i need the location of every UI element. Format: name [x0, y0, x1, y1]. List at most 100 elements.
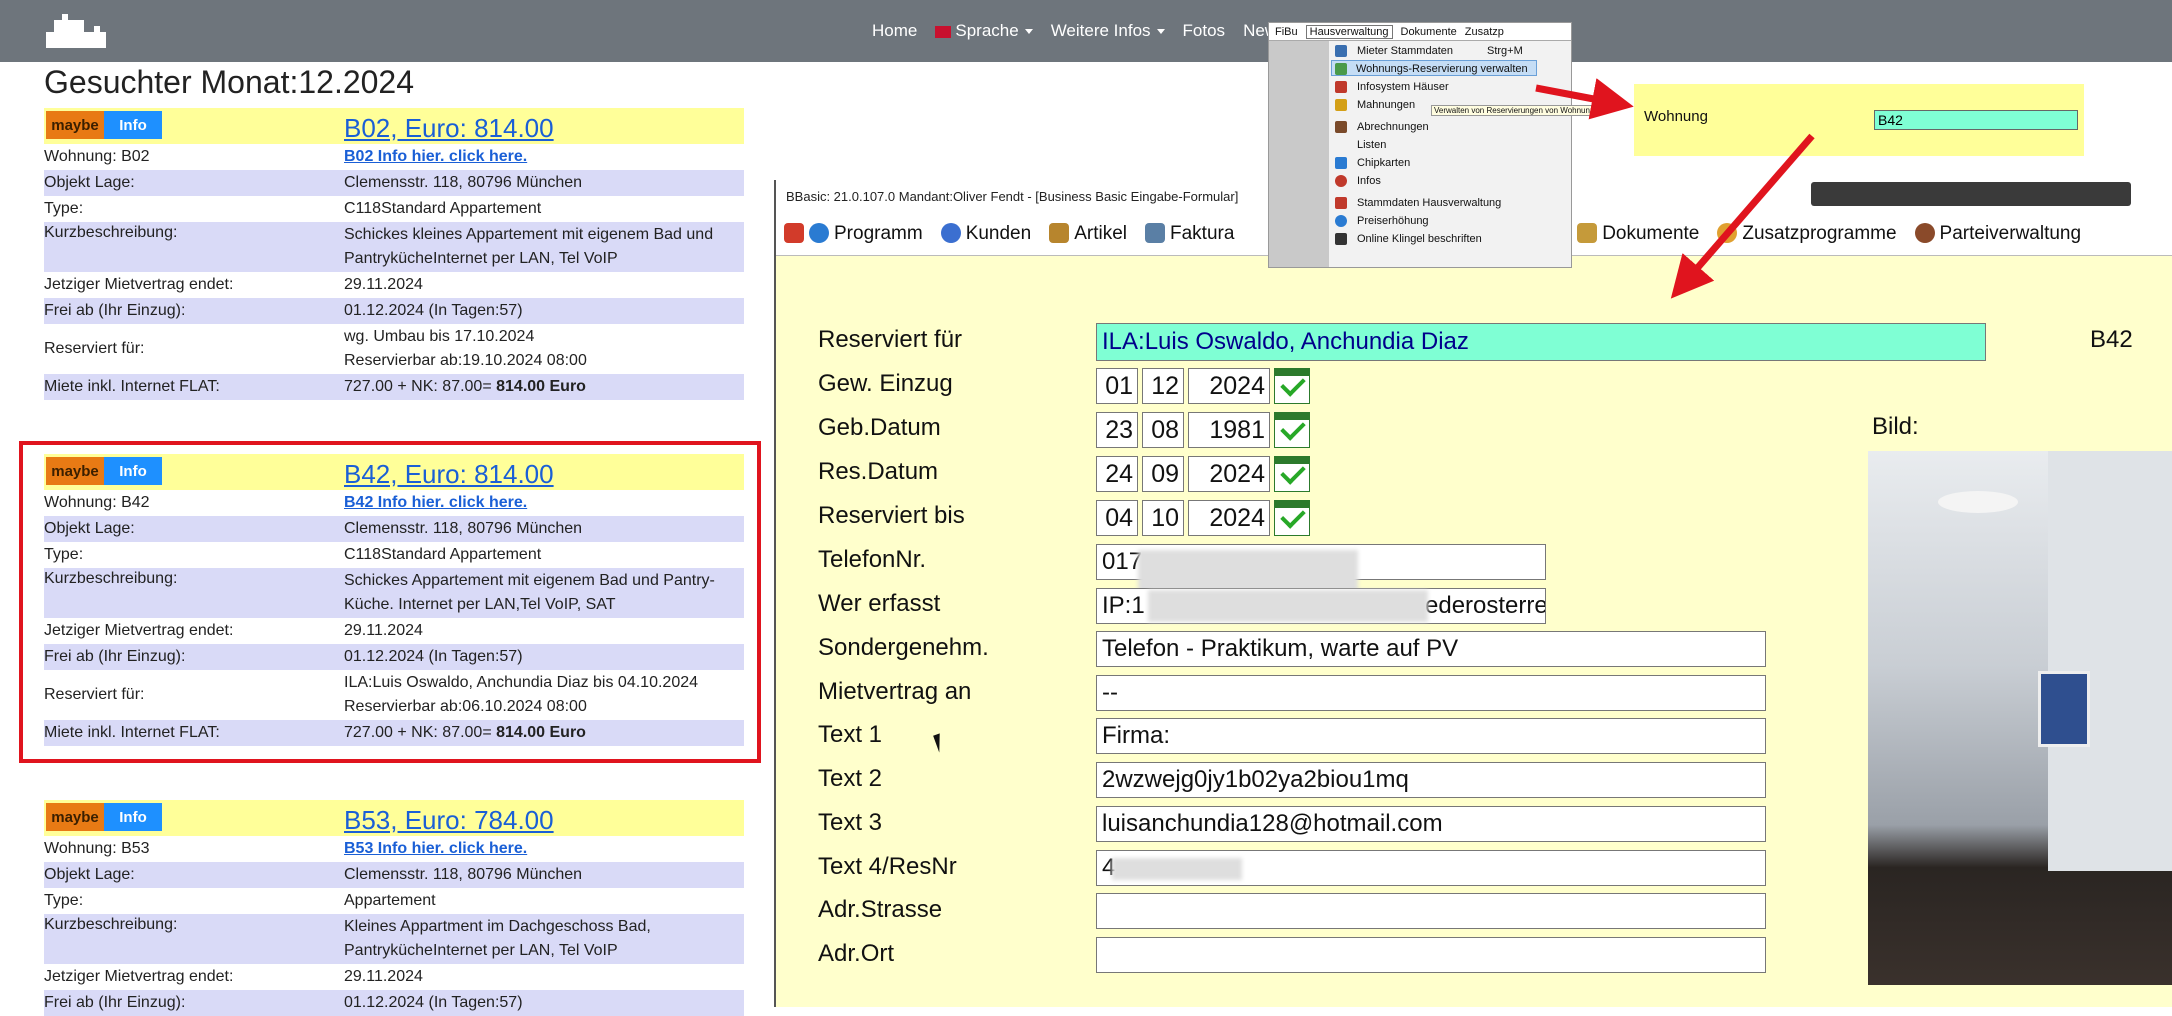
nav-weitere-infos[interactable]: Weitere Infos [1051, 21, 1165, 41]
nav-fotos[interactable]: Fotos [1183, 21, 1226, 41]
table-row: Kurzbeschreibung: Schickes kleines Appart… [44, 222, 744, 272]
einzug-year-field[interactable]: 2024 [1188, 368, 1270, 404]
menu-item-preiserhoehung[interactable]: Preiserhöhung [1357, 213, 1429, 229]
table-row: Miete inkl. Internet FLAT: 727.00 + NK: 8… [44, 720, 744, 746]
toolbar-dokumente[interactable]: Dokumente [1577, 223, 1699, 245]
res-day-field[interactable]: 24 [1096, 456, 1138, 492]
resbis-day-field[interactable]: 04 [1096, 500, 1138, 536]
page-title: Gesuchter Monat:12.2024 [44, 64, 415, 100]
table-row: Jetziger Mietvertrag endet: 29.11.2024 [44, 276, 423, 293]
menu-item-infosystem[interactable]: Infosystem Häuser [1357, 79, 1449, 95]
calendar-check-icon[interactable] [1274, 412, 1310, 448]
menu-zusatz[interactable]: Zusatzp [1465, 26, 1504, 38]
reserviert-fuer-field[interactable]: ILA:Luis Oswaldo, Anchundia Diaz [1096, 323, 1986, 361]
bbasic-window: BBasic: 21.0.107.0 Mandant:Oliver Fendt … [774, 180, 2172, 1007]
nav-menu: Home Sprache Weitere Infos Fotos News [872, 0, 1286, 62]
label-geb-datum: Geb.Datum [818, 414, 941, 441]
toolbar-programm[interactable]: Programm [784, 223, 923, 245]
geb-day-field[interactable]: 23 [1096, 412, 1138, 448]
table-row: Jetziger Mietvertrag endet: 29.11.2024 [44, 622, 423, 639]
text1-field[interactable]: Firma: [1096, 718, 1766, 754]
table-row: Kurzbeschreibung: Kleines Appartment im D… [44, 914, 744, 964]
menu-item-infos[interactable]: Infos [1357, 173, 1381, 189]
text2-field[interactable]: 2wzwejg0jy1b02ya2biou1mq [1096, 762, 1766, 798]
maybe-button[interactable]: maybe [46, 803, 104, 831]
person-icon [1335, 121, 1347, 133]
resbis-month-field[interactable]: 10 [1142, 500, 1184, 536]
menu-fibu[interactable]: FiBu [1275, 26, 1298, 38]
menu-item-online-klingel[interactable]: Online Klingel beschriften [1357, 231, 1482, 247]
caret-down-icon [1156, 29, 1165, 35]
text3-field[interactable]: luisanchundia128@hotmail.com [1096, 806, 1766, 842]
table-row: Frei ab (Ihr Einzug): 01.12.2024 (In Tage… [44, 298, 744, 324]
maybe-button[interactable]: maybe [46, 457, 104, 485]
menu-item-mahnungen[interactable]: Mahnungen [1357, 97, 1415, 113]
res-month-field[interactable]: 09 [1142, 456, 1184, 492]
menu-item-listen[interactable]: Listen [1357, 137, 1386, 153]
geb-month-field[interactable]: 08 [1142, 412, 1184, 448]
geb-year-field[interactable]: 1981 [1188, 412, 1270, 448]
toolbar-parteiverwaltung[interactable]: Parteiverwaltung [1914, 223, 2081, 245]
toolbar-zusatzprogramme[interactable]: Zusatzprogramme [1717, 223, 1897, 245]
uk-flag-icon [935, 25, 952, 38]
menu-dokumente[interactable]: Dokumente [1401, 26, 1457, 38]
building-logo-icon[interactable] [44, 10, 108, 50]
listing-card: maybe Info B02, Euro: 814.00 Wohnung: B0… [44, 108, 744, 400]
calendar-icon [784, 223, 804, 244]
adr-ort-field[interactable] [1096, 937, 1766, 973]
label-reserviert-fuer: Reserviert für [818, 326, 963, 353]
menu-item-wohnungs-reservierung[interactable]: Wohnungs-Reservierung verwalten [1331, 60, 1537, 76]
calendar-check-icon[interactable] [1274, 368, 1310, 404]
info-link[interactable]: B42 Info hier. click here. [344, 494, 527, 511]
listing-title-link[interactable]: B02, Euro: 814.00 [344, 113, 554, 144]
calendar-check-icon[interactable] [1274, 500, 1310, 536]
einzug-day-field[interactable]: 01 [1096, 368, 1138, 404]
hausverwaltung-menu: FiBu Hausverwaltung Dokumente Zusatzp Mi… [1268, 22, 1593, 268]
label-adr-ort: Adr.Ort [818, 940, 895, 967]
table-row: Reserviert für: ILA:Luis Oswaldo, Anchund… [44, 674, 699, 715]
nav-sprache[interactable]: Sprache [935, 21, 1033, 41]
resbis-year-field[interactable]: 2024 [1188, 500, 1270, 536]
listing-card: maybe Info B53, Euro: 784.00 Wohnung: B5… [44, 800, 744, 1016]
listing-title-link[interactable]: B42, Euro: 814.00 [344, 459, 554, 490]
toolbar-kunden[interactable]: Kunden [940, 223, 1031, 245]
table-row: Type: Appartement [44, 892, 436, 909]
menu-item-stammdaten-hv[interactable]: Stammdaten Hausverwaltung [1357, 195, 1501, 211]
redaction-blur [1112, 858, 1242, 880]
table-row: Type: C118Standard Appartement [44, 200, 542, 217]
menu-item-mieter-stammdaten[interactable]: Mieter Stammdaten Strg+M [1357, 43, 1523, 59]
table-row: Frei ab (Ihr Einzug): 01.12.2024 (In Tage… [44, 644, 744, 670]
menu-gutter [1269, 41, 1329, 267]
maybe-button[interactable]: maybe [46, 111, 104, 139]
nav-home[interactable]: Home [872, 21, 917, 41]
info-button[interactable]: Info [104, 111, 162, 139]
toolbar-artikel[interactable]: Artikel [1049, 223, 1127, 245]
menu-tooltip: Verwalten von Reservierungen von Wohnun [1431, 105, 1593, 116]
chipcard-icon [1335, 157, 1347, 169]
sondergenehm-field[interactable]: Telefon - Praktikum, warte auf PV [1096, 631, 1766, 667]
menu-item-abrechnungen[interactable]: Abrechnungen [1357, 119, 1429, 135]
calendar-check-icon[interactable] [1274, 456, 1310, 492]
label-bild: Bild: [1872, 413, 1919, 440]
res-year-field[interactable]: 2024 [1188, 456, 1270, 492]
bell-icon [1335, 233, 1347, 245]
info-button[interactable]: Info [104, 457, 162, 485]
menu-item-chipkarten[interactable]: Chipkarten [1357, 155, 1410, 171]
wohnung-input[interactable]: B42 [1874, 110, 2078, 130]
toolbar-faktura[interactable]: Faktura [1145, 223, 1234, 245]
invoice-icon [1145, 223, 1165, 244]
menu-hausverwaltung[interactable]: Hausverwaltung [1305, 24, 1393, 39]
mietvertrag-field[interactable]: -- [1096, 675, 1766, 711]
table-row: Miete inkl. Internet FLAT: 727.00 + NK: 8… [44, 374, 744, 400]
ceiling-lamp-shape [1938, 491, 2018, 513]
wohnung-code: B42 [2090, 326, 2133, 353]
window-controls-strip[interactable] [1811, 182, 2131, 206]
info-button[interactable]: Info [104, 803, 162, 831]
einzug-month-field[interactable]: 12 [1142, 368, 1184, 404]
listing-title-link[interactable]: B53, Euro: 784.00 [344, 805, 554, 836]
box-icon [1049, 223, 1070, 244]
info-link[interactable]: B02 Info hier. click here. [344, 148, 527, 165]
adr-strasse-field[interactable] [1096, 893, 1766, 929]
window-shape [2038, 671, 2090, 747]
info-link[interactable]: B53 Info hier. click here. [344, 840, 527, 857]
